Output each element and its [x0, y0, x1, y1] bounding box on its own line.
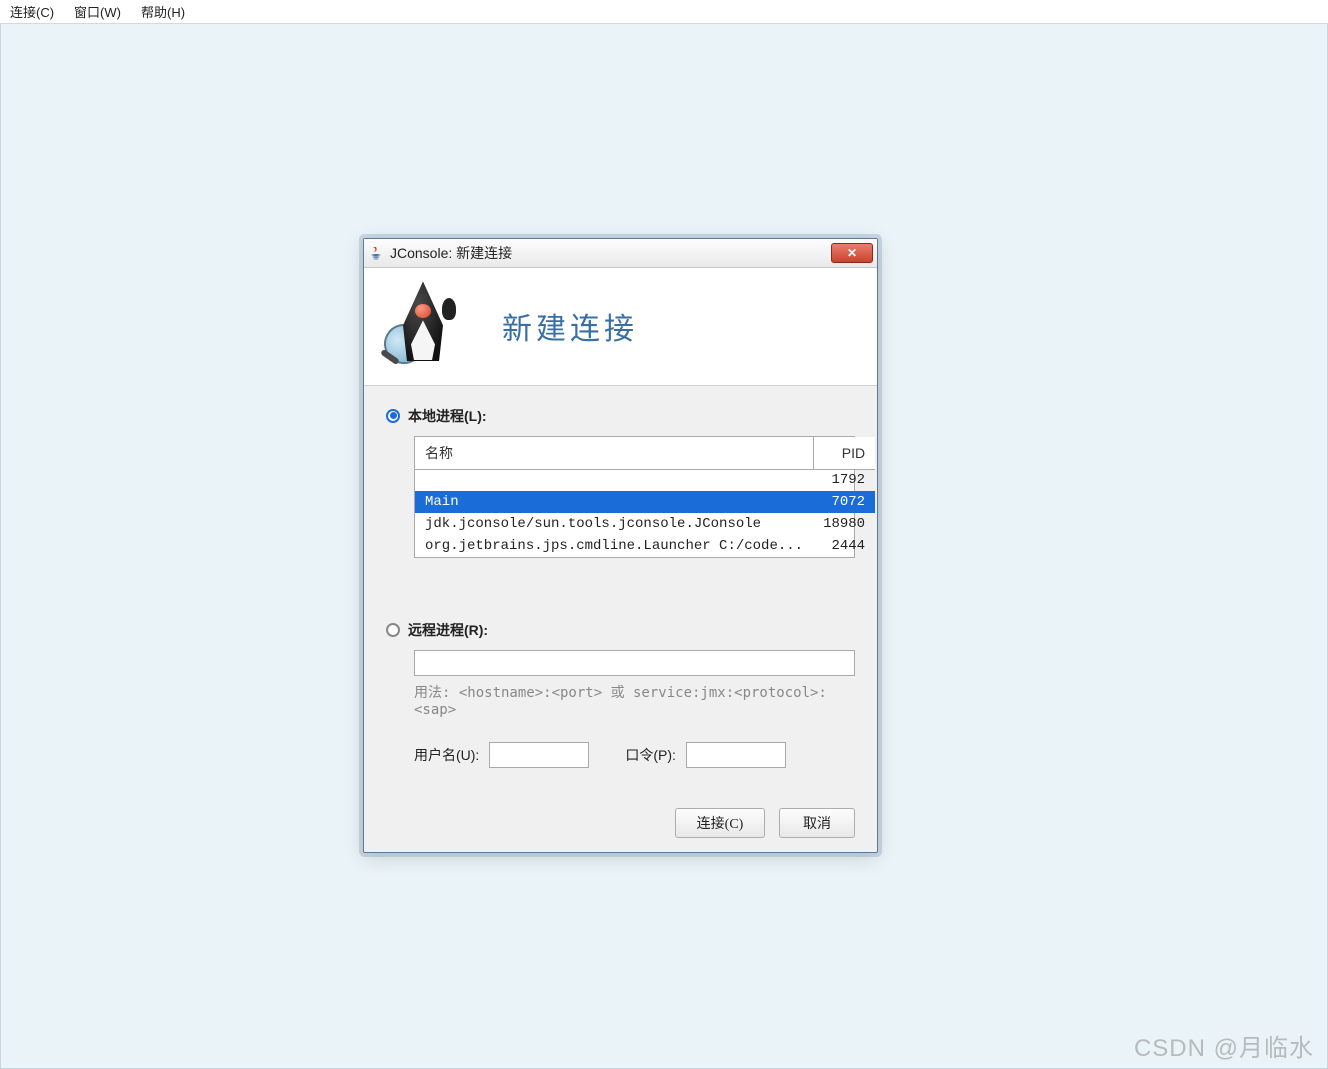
remote-address-input[interactable]: [414, 650, 855, 676]
password-input[interactable]: [686, 742, 786, 768]
menu-help[interactable]: 帮助(H): [137, 0, 189, 23]
table-row[interactable]: org.jetbrains.jps.cmdline.Launcher C:/co…: [415, 535, 875, 557]
cancel-button[interactable]: 取消: [779, 808, 855, 838]
cell-name: org.jetbrains.jps.cmdline.Launcher C:/co…: [415, 535, 813, 557]
local-process-radio[interactable]: [386, 409, 400, 423]
username-label: 用户名(U):: [414, 745, 479, 765]
remote-process-radio-row[interactable]: 远程进程(R):: [386, 620, 855, 640]
cell-name: jdk.jconsole/sun.tools.jconsole.JConsole: [415, 513, 813, 535]
col-name[interactable]: 名称: [415, 437, 813, 470]
remote-process-radio[interactable]: [386, 623, 400, 637]
dialog-titlebar: JConsole: 新建连接 ✕: [364, 239, 877, 268]
menubar: 连接(C) 窗口(W) 帮助(H): [0, 0, 1328, 24]
java-icon: [368, 245, 384, 261]
dialog-title: JConsole: 新建连接: [390, 243, 512, 263]
cell-name: Main: [415, 491, 813, 513]
table-row[interactable]: Main 7072: [415, 491, 875, 513]
password-label: 口令(P):: [625, 745, 676, 765]
menu-window[interactable]: 窗口(W): [70, 0, 125, 23]
close-button[interactable]: ✕: [831, 243, 873, 263]
close-icon: ✕: [847, 246, 857, 260]
remote-usage-hint: 用法: <hostname>:<port> 或 service:jmx:<pro…: [414, 682, 855, 718]
local-process-radio-row[interactable]: 本地进程(L):: [386, 406, 855, 426]
dialog-header: 新建连接: [364, 268, 877, 385]
new-connection-dialog: JConsole: 新建连接 ✕ 新建连接 本地进程(L): 名称: [363, 238, 878, 853]
table-row[interactable]: 1792: [415, 469, 875, 491]
col-pid[interactable]: PID: [813, 437, 875, 470]
dialog-header-title: 新建连接: [502, 304, 638, 348]
cell-pid: 7072: [813, 491, 875, 513]
remote-process-label: 远程进程(R):: [408, 620, 488, 640]
duke-mascot-icon: [380, 276, 470, 376]
cell-name: [415, 469, 813, 491]
cell-pid: 2444: [813, 535, 875, 557]
connect-button[interactable]: 连接(C): [675, 808, 765, 838]
dialog-content: 本地进程(L): 名称 PID 1792 Main 70: [364, 386, 877, 853]
process-table: 名称 PID 1792 Main 7072 jdk.jconsole/sun.t…: [414, 436, 855, 559]
menu-connect[interactable]: 连接(C): [6, 0, 58, 23]
local-process-label: 本地进程(L):: [408, 406, 487, 426]
table-row[interactable]: jdk.jconsole/sun.tools.jconsole.JConsole…: [415, 513, 875, 535]
username-input[interactable]: [489, 742, 589, 768]
cell-pid: 1792: [813, 469, 875, 491]
cell-pid: 18980: [813, 513, 875, 535]
